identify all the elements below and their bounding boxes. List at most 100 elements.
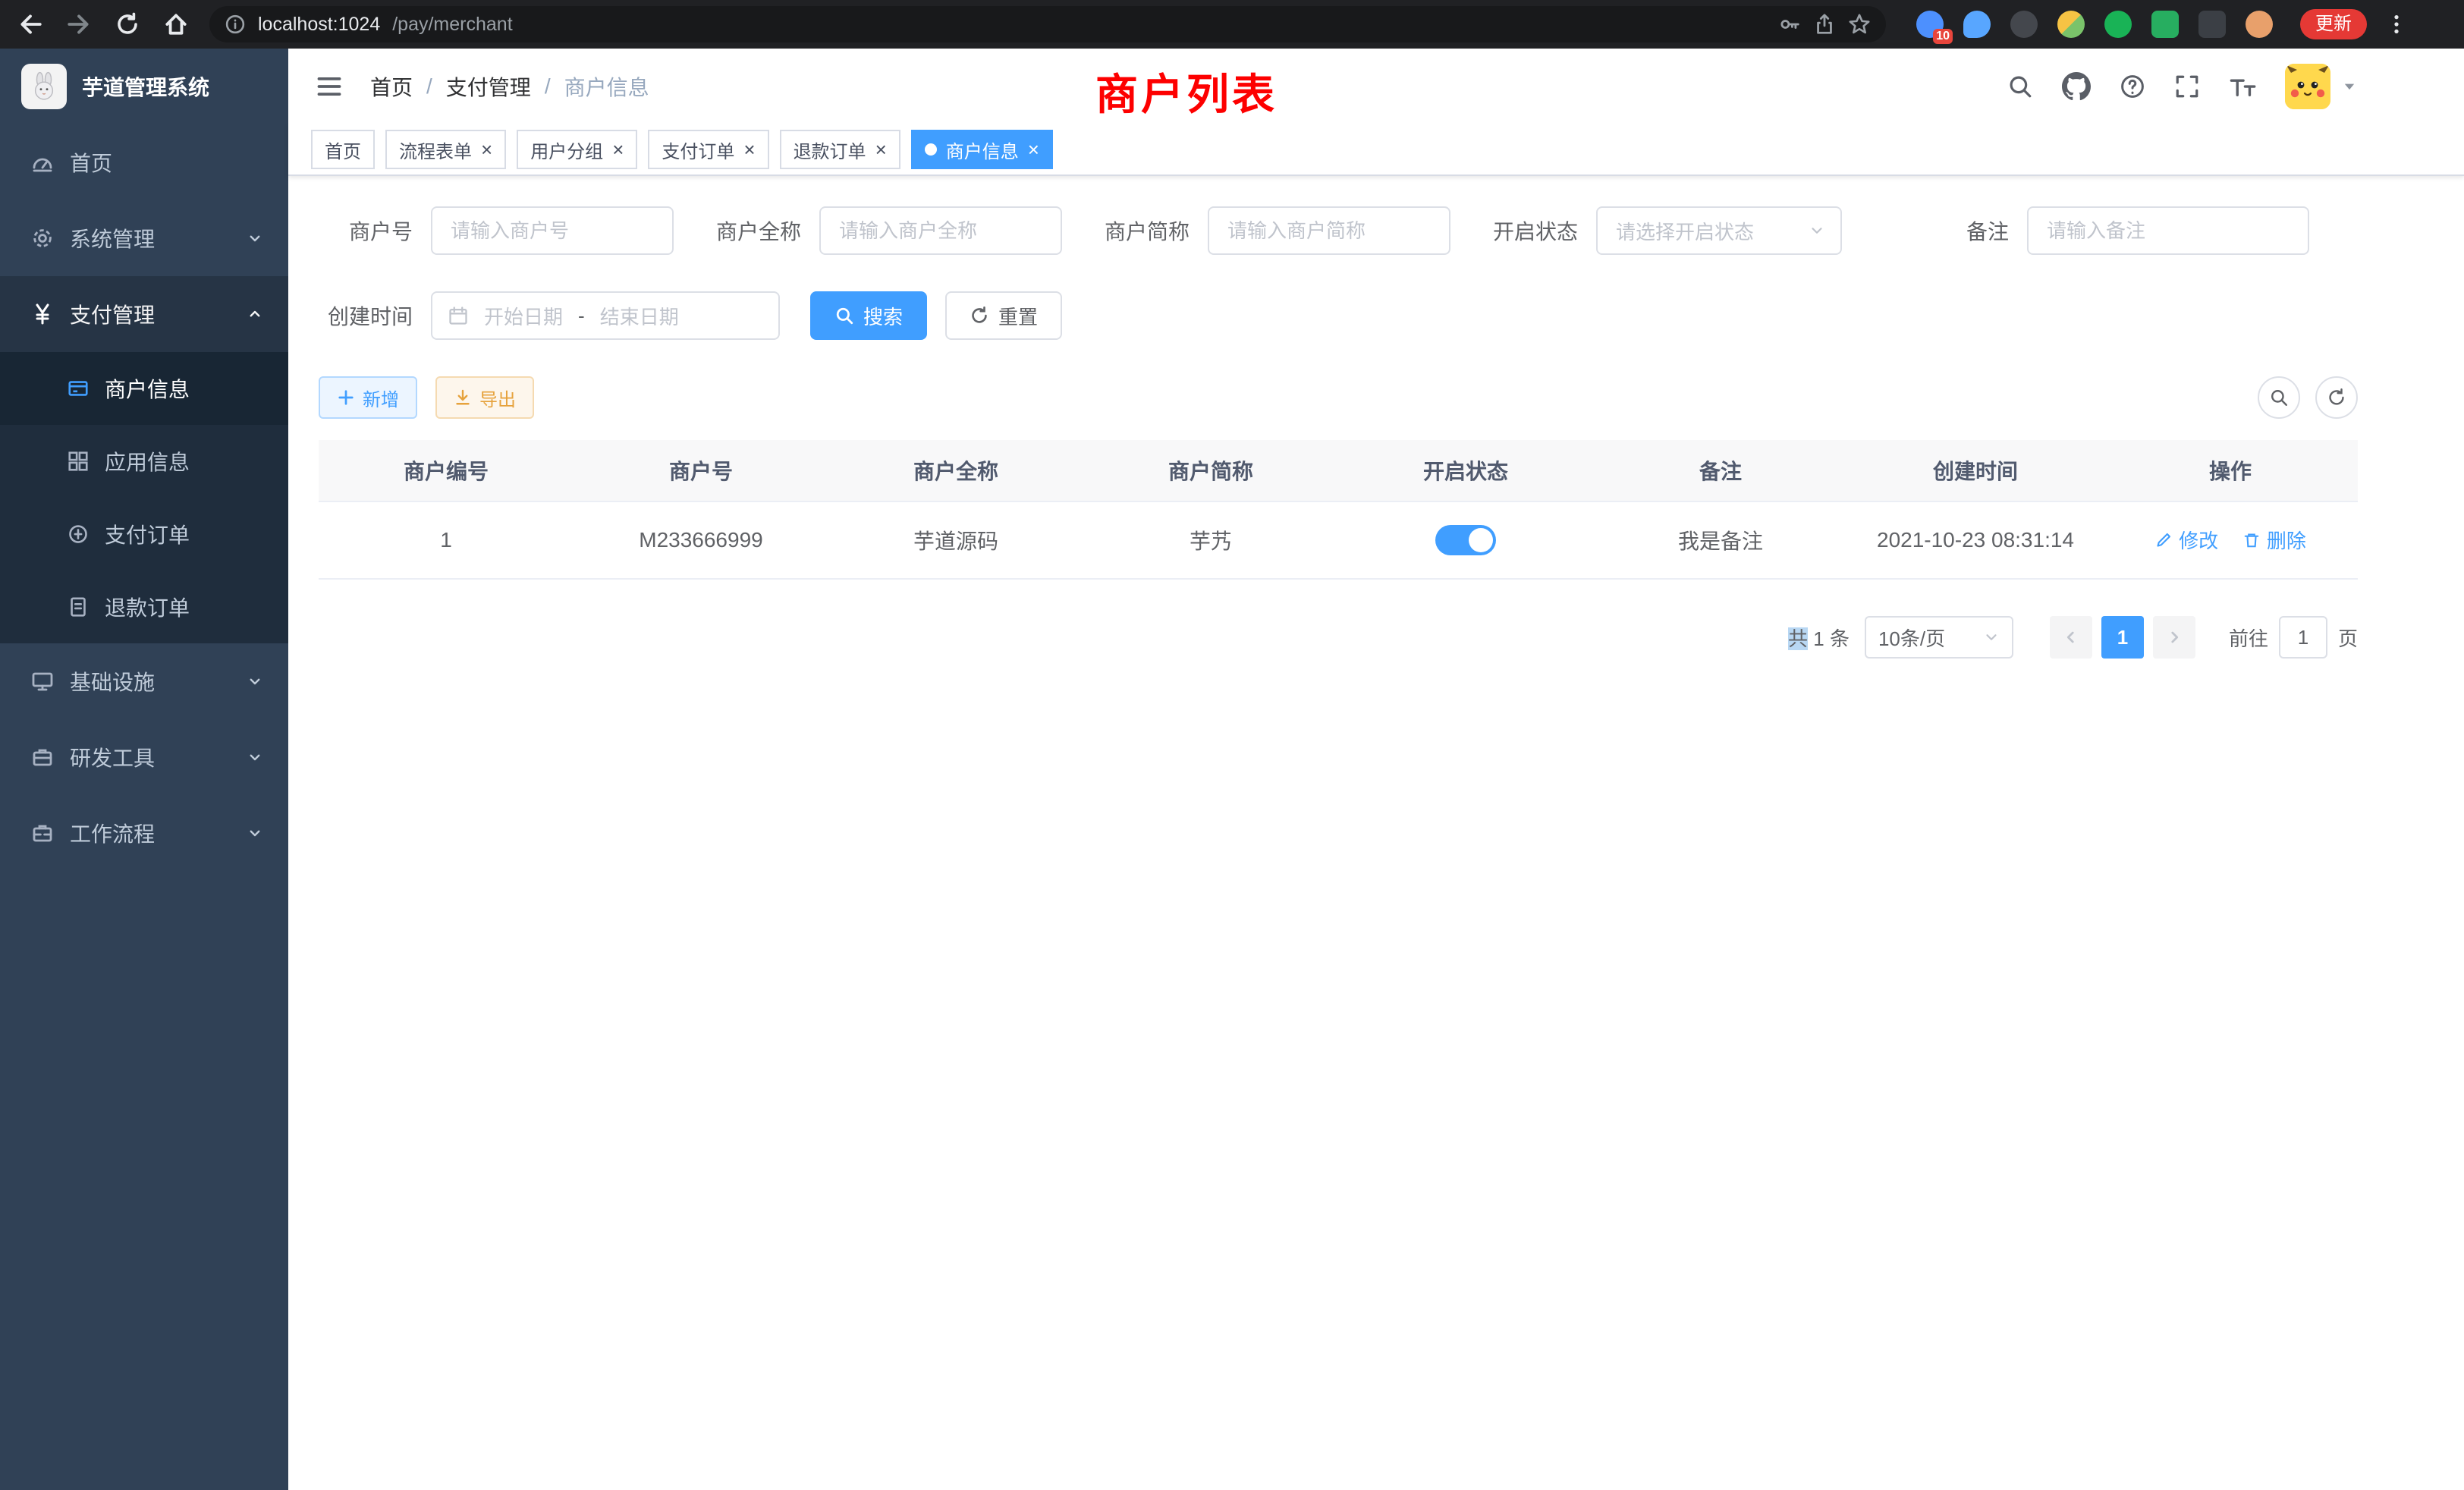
export-button[interactable]: 导出 xyxy=(435,376,534,419)
sidebar-item-home[interactable]: 首页 xyxy=(0,124,288,200)
sidebar-logo[interactable]: 芋道管理系统 xyxy=(0,49,288,124)
forward-icon xyxy=(66,11,92,37)
bookmark-star-icon[interactable] xyxy=(1848,13,1871,36)
tab-refund-order[interactable]: 退款订单 × xyxy=(780,130,900,169)
sidebar-item-workflow[interactable]: 工作流程 xyxy=(0,795,288,871)
status-toggle[interactable] xyxy=(1435,525,1496,555)
toolbox-icon xyxy=(30,745,55,769)
tab-process-form[interactable]: 流程表单 × xyxy=(385,130,506,169)
tab-label: 流程表单 xyxy=(399,137,472,163)
filter-status: 开启状态 请选择开启状态 xyxy=(1484,206,1842,255)
browser-update-button[interactable]: 更新 xyxy=(2300,9,2367,39)
chevron-left-icon xyxy=(2062,628,2080,646)
goto-page-input[interactable] xyxy=(2279,616,2327,659)
extension-tampermonkey-icon[interactable] xyxy=(2198,11,2226,38)
tab-pay-order[interactable]: 支付订单 × xyxy=(648,130,768,169)
col-actions: 操作 xyxy=(2103,440,2358,501)
prev-page-button[interactable] xyxy=(2050,616,2092,659)
reload-button[interactable] xyxy=(106,3,149,46)
extension-blue-badge-icon[interactable]: 10 xyxy=(1916,11,1944,38)
sidebar-item-pay-order[interactable]: 支付订单 xyxy=(0,498,288,571)
sidebar-item-refund-order[interactable]: 退款订单 xyxy=(0,571,288,643)
remark-input[interactable] xyxy=(2027,206,2309,255)
home-button[interactable] xyxy=(155,3,197,46)
merchant-no-input[interactable] xyxy=(431,206,674,255)
close-icon[interactable]: × xyxy=(612,140,624,159)
sidebar-item-label: 商户信息 xyxy=(105,373,190,404)
share-icon[interactable] xyxy=(1813,13,1836,36)
browser-menu-icon[interactable] xyxy=(2385,13,2408,36)
home-icon xyxy=(163,11,189,37)
tab-merchant-info[interactable]: 商户信息 × xyxy=(911,130,1053,169)
add-button[interactable]: 新增 xyxy=(319,376,417,419)
extension-dark-circle-icon[interactable] xyxy=(2010,11,2038,38)
page-info-icon[interactable] xyxy=(225,14,246,35)
address-bar[interactable]: localhost:1024/pay/merchant xyxy=(209,6,1886,42)
merchant-name-label: 商户全称 xyxy=(707,215,801,246)
next-page-button[interactable] xyxy=(2153,616,2195,659)
navbar: 首页 / 支付管理 / 商户信息 商户列表 xyxy=(288,49,2464,124)
sidebar-item-app-info[interactable]: 应用信息 xyxy=(0,425,288,498)
app-title: 芋道管理系统 xyxy=(82,71,209,102)
extension-green-circle-icon[interactable] xyxy=(2104,11,2132,38)
sidebar-item-payment[interactable]: 支付管理 xyxy=(0,276,288,352)
end-date-placeholder: 结束日期 xyxy=(600,302,679,330)
breadcrumb-current: 商户信息 xyxy=(564,71,649,102)
sidebar-item-merchant-info[interactable]: 商户信息 xyxy=(0,352,288,425)
close-icon[interactable]: × xyxy=(743,140,755,159)
forward-button[interactable] xyxy=(58,3,100,46)
tab-label: 退款订单 xyxy=(794,137,866,163)
pagination-total: 共 1 条 xyxy=(1788,624,1850,652)
close-icon[interactable]: × xyxy=(875,140,887,159)
document-icon xyxy=(67,596,90,618)
user-avatar xyxy=(2285,64,2330,109)
add-button-label: 新增 xyxy=(363,385,399,411)
sidebar-item-infra[interactable]: 基础设施 xyxy=(0,643,288,719)
back-button[interactable] xyxy=(9,3,52,46)
short-name-input[interactable] xyxy=(1208,206,1450,255)
status-select[interactable]: 请选择开启状态 xyxy=(1596,206,1842,255)
fullscreen-icon[interactable] xyxy=(2174,74,2200,99)
extension-green-doc-icon[interactable] xyxy=(2151,11,2179,38)
create-time-label: 创建时间 xyxy=(319,300,413,331)
show-search-button[interactable] xyxy=(2258,376,2300,419)
sidebar-item-label: 首页 xyxy=(70,147,112,178)
pagination-goto: 前往 页 xyxy=(2229,616,2358,659)
url-path: /pay/merchant xyxy=(392,14,512,36)
goto-label: 前往 xyxy=(2229,624,2268,652)
cell-create-time: 2021-10-23 08:31:14 xyxy=(1848,501,2103,579)
sidebar-item-devtools[interactable]: 研发工具 xyxy=(0,719,288,795)
sidebar-item-system[interactable]: 系统管理 xyxy=(0,200,288,276)
refresh-table-button[interactable] xyxy=(2315,376,2358,419)
date-range-picker[interactable]: 开始日期 - 结束日期 xyxy=(431,291,780,340)
cell-status xyxy=(1338,501,1593,579)
reset-button[interactable]: 重置 xyxy=(945,291,1062,340)
search-icon[interactable] xyxy=(2007,74,2033,99)
table-header-row: 商户编号 商户号 商户全称 商户简称 开启状态 备注 创建时间 操作 xyxy=(319,440,2358,501)
edit-button[interactable]: 修改 xyxy=(2154,526,2218,554)
tab-home[interactable]: 首页 xyxy=(311,130,375,169)
breadcrumb-payment[interactable]: 支付管理 xyxy=(446,71,531,102)
page-number-1[interactable]: 1 xyxy=(2101,616,2144,659)
font-size-icon[interactable] xyxy=(2229,73,2256,100)
extension-avatar-icon[interactable] xyxy=(2057,11,2085,38)
extension-pin-drop-icon[interactable] xyxy=(1963,11,1991,38)
search-button[interactable]: 搜索 xyxy=(810,291,927,340)
sidebar: 芋道管理系统 首页 系统管理 xyxy=(0,49,288,1490)
hamburger-icon[interactable] xyxy=(310,67,349,106)
delete-button[interactable]: 删除 xyxy=(2242,526,2306,554)
sidebar-item-label: 基础设施 xyxy=(70,666,155,696)
github-icon[interactable] xyxy=(2062,72,2091,101)
chevron-down-icon xyxy=(246,748,264,766)
merchant-name-input[interactable] xyxy=(819,206,1062,255)
breadcrumb-home[interactable]: 首页 xyxy=(370,71,413,102)
user-menu[interactable] xyxy=(2285,64,2358,109)
page-size-select[interactable]: 10条/页 xyxy=(1865,616,2013,659)
col-merchant-id: 商户编号 xyxy=(319,440,574,501)
close-icon[interactable]: × xyxy=(1028,140,1039,159)
profile-avatar-icon[interactable] xyxy=(2246,11,2273,38)
tab-user-group[interactable]: 用户分组 × xyxy=(517,130,637,169)
close-icon[interactable]: × xyxy=(481,140,492,159)
password-key-icon[interactable] xyxy=(1778,13,1801,36)
help-icon[interactable] xyxy=(2120,74,2145,99)
